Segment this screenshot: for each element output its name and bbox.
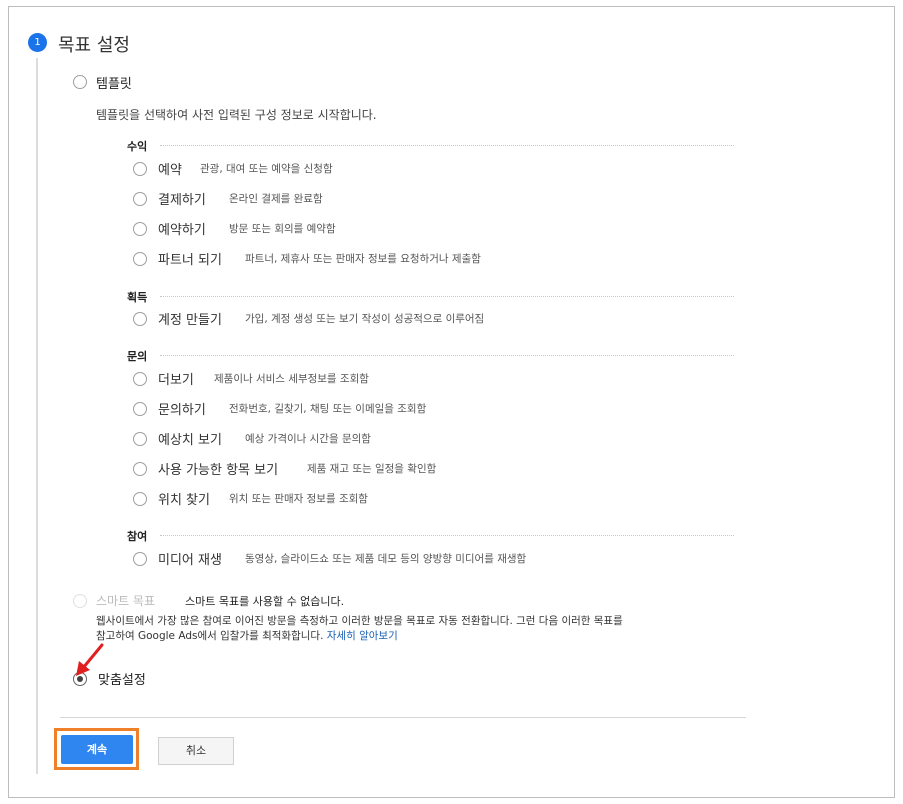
option-desc-estimate: 예상 가격이나 시간을 문의함 xyxy=(245,433,371,445)
option-radio-checkout[interactable] xyxy=(133,192,147,206)
option-radio-estimate[interactable] xyxy=(133,432,147,446)
step-connector-line xyxy=(36,58,38,774)
option-desc-book: 방문 또는 회의를 예약함 xyxy=(229,223,336,235)
option-radio-availability[interactable] xyxy=(133,462,147,476)
step-title: 목표 설정 xyxy=(58,35,130,56)
smart-goal-label: 스마트 목표 xyxy=(96,594,156,608)
option-radio-book[interactable] xyxy=(133,222,147,236)
option-radio-more[interactable] xyxy=(133,372,147,386)
continue-button[interactable]: 계속 xyxy=(61,735,133,764)
category-label-engagement: 참여 xyxy=(127,530,148,543)
option-radio-location[interactable] xyxy=(133,492,147,506)
option-desc-more: 제품이나 서비스 세부정보를 조회함 xyxy=(214,373,369,385)
option-desc-create-account: 가입, 계정 생성 또는 보기 작성이 성공적으로 이루어짐 xyxy=(245,313,485,325)
template-radio[interactable] xyxy=(73,75,87,89)
actions-divider xyxy=(60,717,746,718)
option-radio-reserve[interactable] xyxy=(133,162,147,176)
smart-goal-radio xyxy=(73,594,87,608)
learn-more-link[interactable]: 자세히 알아보기 xyxy=(327,630,398,642)
annotation-arrow-icon xyxy=(76,643,104,676)
option-radio-create-account[interactable] xyxy=(133,312,147,326)
smart-goal-unavailable-note: 스마트 목표를 사용할 수 없습니다. xyxy=(185,595,345,608)
option-desc-contact: 전화번호, 길찾기, 채팅 또는 이메일을 조회함 xyxy=(229,403,427,415)
option-label-create-account: 계정 만들기 xyxy=(158,313,222,328)
option-label-partner: 파트너 되기 xyxy=(158,253,222,268)
option-desc-location: 위치 또는 판매자 정보를 조회함 xyxy=(229,493,368,505)
option-label-book: 예약하기 xyxy=(158,223,206,238)
step-number-badge: 1 xyxy=(28,33,47,52)
template-label: 템플릿 xyxy=(96,77,132,92)
option-label-location: 위치 찾기 xyxy=(158,493,210,508)
option-radio-partner[interactable] xyxy=(133,252,147,266)
option-desc-partner: 파트너, 제휴사 또는 판매자 정보를 요청하거나 제출함 xyxy=(245,253,481,265)
option-desc-reserve: 관광, 대여 또는 예약을 신청함 xyxy=(200,163,333,175)
cancel-button[interactable]: 취소 xyxy=(158,737,234,765)
category-divider xyxy=(160,145,734,146)
category-divider xyxy=(160,535,734,536)
option-desc-media: 동영상, 슬라이드쇼 또는 제품 데모 등의 양방향 미디어를 재생함 xyxy=(245,553,527,565)
option-label-reserve: 예약 xyxy=(158,163,182,178)
smart-goal-description-line2: 참고하여 Google Ads에서 입찰가를 최적화합니다. 자세히 알아보기 xyxy=(96,629,398,644)
category-label-inquiry: 문의 xyxy=(127,350,148,363)
category-label-revenue: 수익 xyxy=(127,140,148,153)
option-label-availability: 사용 가능한 항목 보기 xyxy=(158,463,279,478)
option-radio-contact[interactable] xyxy=(133,402,147,416)
smart-goal-description-text: 참고하여 Google Ads에서 입찰가를 최적화합니다. xyxy=(96,630,324,642)
option-radio-media[interactable] xyxy=(133,552,147,566)
option-label-estimate: 예상치 보기 xyxy=(158,433,222,448)
smart-goal-description-line1: 웹사이트에서 가장 많은 참여로 이어진 방문을 측정하고 이러한 방문을 목표… xyxy=(96,615,623,627)
category-divider xyxy=(160,355,734,356)
option-desc-checkout: 온라인 결제를 완료함 xyxy=(229,193,323,205)
template-description: 템플릿을 선택하여 사전 입력된 구성 정보로 시작합니다. xyxy=(96,108,377,122)
option-label-more: 더보기 xyxy=(158,373,194,388)
category-divider xyxy=(160,296,734,297)
option-desc-availability: 제품 재고 또는 일정을 확인함 xyxy=(307,463,437,475)
option-label-media: 미디어 재생 xyxy=(158,553,222,568)
category-label-acquisition: 획득 xyxy=(127,291,148,304)
option-label-checkout: 결제하기 xyxy=(158,193,206,208)
option-label-contact: 문의하기 xyxy=(158,403,206,418)
